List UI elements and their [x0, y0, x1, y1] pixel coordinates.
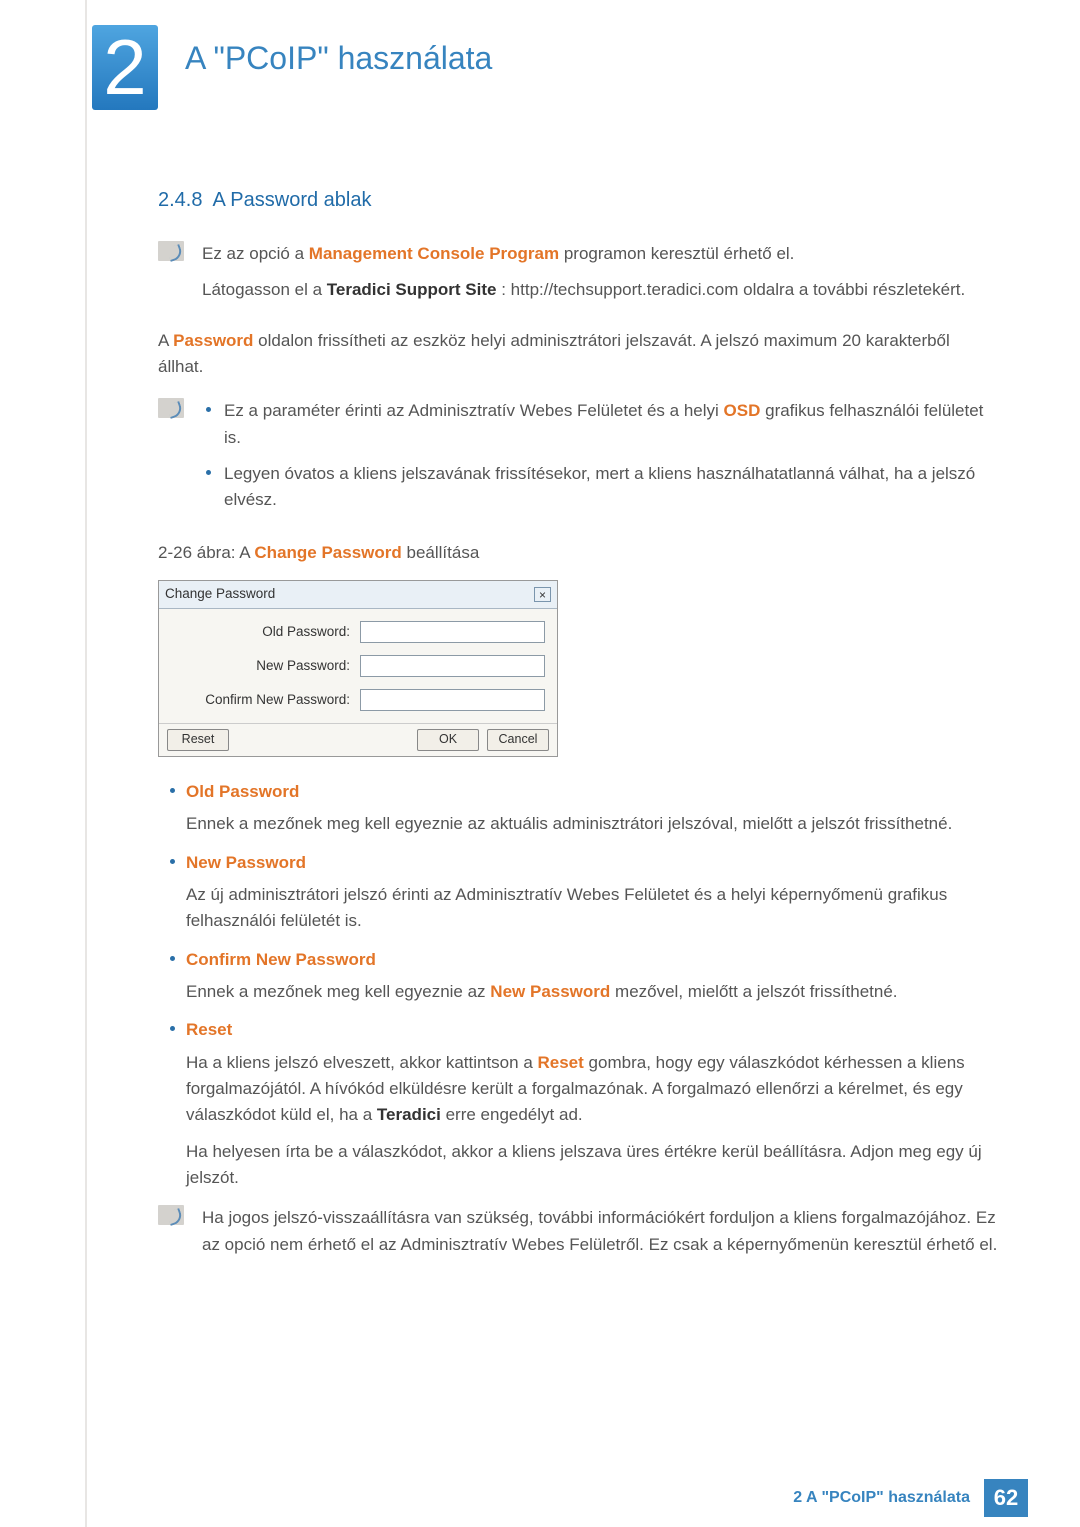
cancel-button[interactable]: Cancel — [487, 729, 549, 751]
confirm-password-input[interactable] — [360, 689, 545, 711]
old-password-input[interactable] — [360, 621, 545, 643]
page-footer: 2 A "PCoIP" használata 62 — [0, 1479, 1080, 1517]
text: Ha a kliens jelszó elveszett, akkor katt… — [186, 1053, 538, 1072]
highlight: Reset — [538, 1053, 584, 1072]
text: beállítása — [407, 543, 480, 562]
text: erre engedélyt ad. — [446, 1105, 583, 1124]
note-icon — [158, 1205, 184, 1225]
close-icon[interactable]: × — [534, 587, 551, 602]
def-body: Ennek a mezőnek meg kell egyeznie az akt… — [186, 811, 998, 837]
note-body: Ha jogos jelszó-visszaállításra van szük… — [202, 1205, 998, 1258]
highlight: OSD — [724, 401, 761, 420]
text: Látogasson el a — [202, 280, 327, 299]
section-heading: 2.4.8 A Password ablak — [158, 185, 998, 216]
highlight: Management Console Program — [309, 244, 559, 263]
section-id: 2.4.8 — [158, 189, 202, 211]
note-body: Ez az opció a Management Console Program… — [202, 241, 998, 314]
text: Ez az opció a — [202, 244, 309, 263]
def-heading-reset: Reset — [164, 1017, 998, 1043]
info-note-1: Ez az opció a Management Console Program… — [158, 241, 998, 314]
chapter-badge: 2 — [92, 25, 158, 110]
info-note-2: Ez a paraméter érinti az Adminisztratív … — [158, 398, 998, 523]
note-icon — [158, 241, 184, 261]
highlight: New Password — [490, 982, 610, 1001]
figure-caption: 2-26 ábra: A Change Password beállítása — [158, 540, 998, 566]
dialog-title: Change Password — [165, 584, 275, 605]
new-password-input[interactable] — [360, 655, 545, 677]
text: Ha helyesen írta be a válaszkódot, akkor… — [186, 1139, 998, 1192]
footer-chapter: 2 A "PCoIP" használata — [793, 1489, 970, 1507]
definition-list: Old Password Ennek a mezőnek meg kell eg… — [164, 779, 998, 1191]
dialog-body: Old Password: New Password: Confirm New … — [159, 609, 557, 711]
highlight: Password — [173, 331, 253, 350]
highlight: Change Password — [254, 543, 401, 562]
text: Ennek a mezőnek meg kell egyeznie az — [186, 982, 490, 1001]
text: : http://techsupport.teradici.com oldalr… — [501, 280, 965, 299]
text: Ez a paraméter érinti az Adminisztratív … — [224, 401, 724, 420]
bullet-item: Legyen óvatos a kliens jelszavának friss… — [202, 461, 998, 514]
def-body: Az új adminisztrátori jelszó érinti az A… — [186, 882, 998, 935]
note-icon — [158, 398, 184, 418]
dialog-titlebar: Change Password × — [159, 581, 557, 609]
bullet-item: Ez a paraméter érinti az Adminisztratív … — [202, 398, 998, 451]
old-password-label: Old Password: — [180, 622, 350, 643]
def-body: Ennek a mezőnek meg kell egyeznie az New… — [186, 979, 998, 1005]
content-region: 2.4.8 A Password ablak Ez az opció a Man… — [158, 185, 998, 1272]
text: A — [158, 331, 173, 350]
chapter-title: A "PCoIP" használata — [185, 40, 492, 77]
dialog-footer: Reset OK Cancel — [159, 723, 557, 756]
note-body: Ez a paraméter érinti az Adminisztratív … — [202, 398, 998, 523]
ok-button[interactable]: OK — [417, 729, 479, 751]
confirm-password-label: Confirm New Password: — [180, 690, 350, 711]
margin-rule — [85, 0, 87, 1527]
text: 2-26 ábra: A — [158, 543, 254, 562]
paragraph: A Password oldalon frissítheti az eszköz… — [158, 328, 998, 381]
def-heading-confirm: Confirm New Password — [164, 947, 998, 973]
text: programon keresztül érhető el. — [564, 244, 795, 263]
reset-button[interactable]: Reset — [167, 729, 229, 751]
section-title: A Password ablak — [213, 189, 372, 211]
page-root: 2 A "PCoIP" használata 2.4.8 A Password … — [0, 0, 1080, 1527]
bold-text: Teradici — [377, 1105, 441, 1124]
footer-page-number: 62 — [984, 1479, 1028, 1517]
def-heading-old: Old Password — [164, 779, 998, 805]
def-body: Ha a kliens jelszó elveszett, akkor katt… — [186, 1050, 998, 1192]
text: mezővel, mielőtt a jelszót frissíthetné. — [615, 982, 898, 1001]
change-password-dialog: Change Password × Old Password: New Pass… — [158, 580, 558, 757]
def-heading-new: New Password — [164, 850, 998, 876]
new-password-label: New Password: — [180, 656, 350, 677]
bold-text: Teradici Support Site — [327, 280, 497, 299]
chapter-number: 2 — [103, 22, 146, 113]
info-note-3: Ha jogos jelszó-visszaállításra van szük… — [158, 1205, 998, 1258]
text: oldalon frissítheti az eszköz helyi admi… — [158, 331, 950, 376]
